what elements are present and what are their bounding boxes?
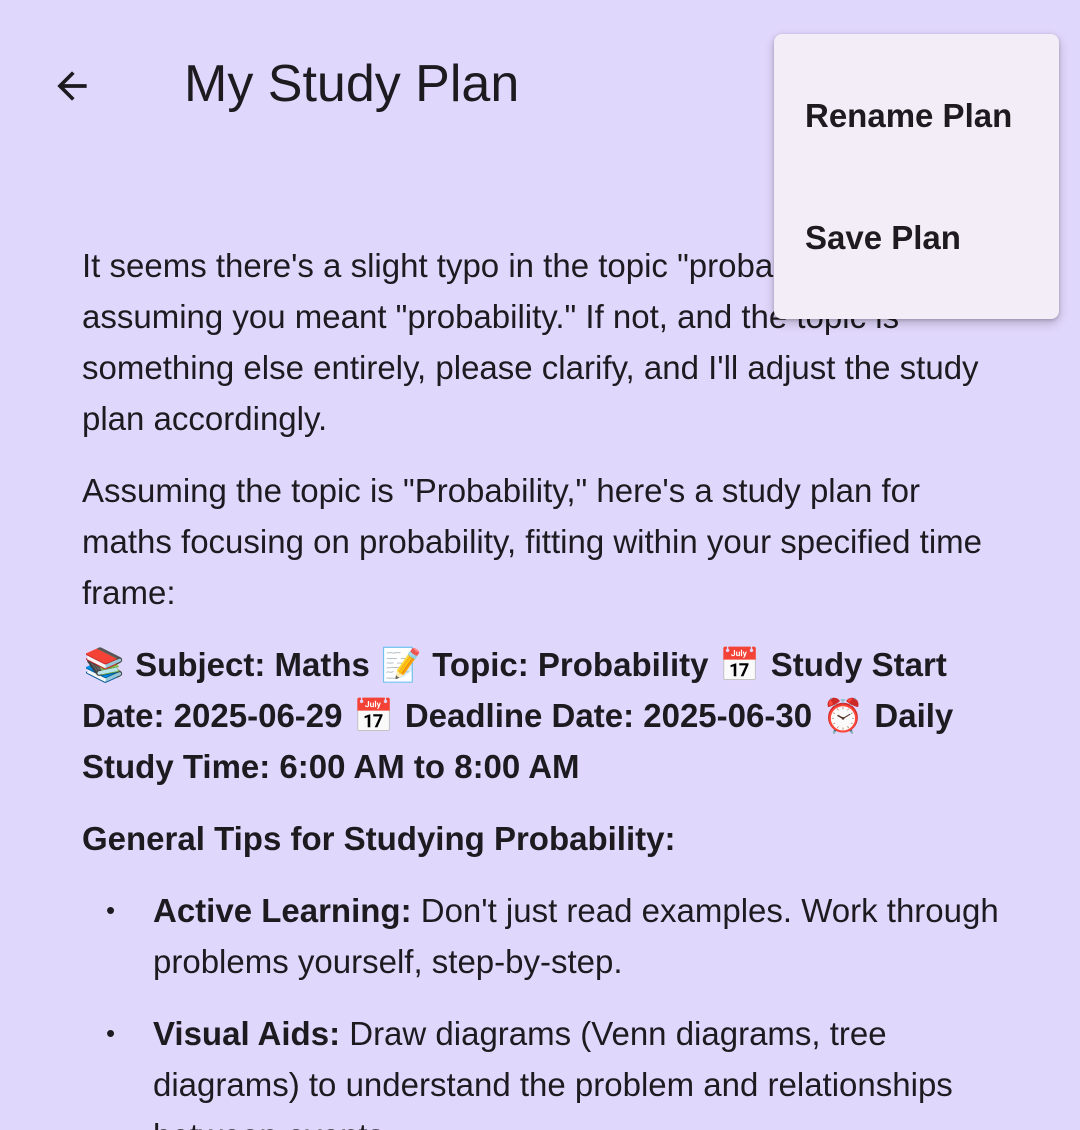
books-icon: 📚 xyxy=(83,645,125,684)
bullet-icon: • xyxy=(106,895,116,925)
study-plan-content: It seems there's a slight typo in the to… xyxy=(82,240,1012,1130)
save-plan-menu-item[interactable]: Save Plan xyxy=(774,177,1059,299)
list-item: • Visual Aids: Draw diagrams (Venn diagr… xyxy=(82,1008,1012,1130)
back-button[interactable] xyxy=(36,50,108,122)
overflow-menu: Rename Plan Save Plan xyxy=(774,34,1059,319)
page-title: My Study Plan xyxy=(184,55,520,113)
tips-list: • Active Learning: Don't just read examp… xyxy=(82,885,1012,1130)
alarm-clock-icon: ⏰ xyxy=(822,696,864,735)
calendar-icon: 📅 xyxy=(353,696,395,735)
deadline-text: Deadline Date: 2025-06-30 xyxy=(404,697,813,734)
tip-title: Visual Aids: xyxy=(153,1015,341,1052)
subject-text: Subject: Maths xyxy=(135,646,370,683)
tip-title: Active Learning: xyxy=(153,892,412,929)
list-item: • Active Learning: Don't just read examp… xyxy=(82,885,1012,987)
memo-icon: 📝 xyxy=(380,645,422,684)
assumption-paragraph: Assuming the topic is "Probability," her… xyxy=(82,472,982,611)
arrow-left-icon xyxy=(57,71,87,101)
plan-summary: 📚 Subject: Maths 📝 Topic: Probability 📅 … xyxy=(82,639,1012,792)
rename-plan-menu-item[interactable]: Rename Plan xyxy=(774,55,1059,177)
bullet-icon: • xyxy=(106,1018,116,1048)
topic-text: Topic: Probability xyxy=(432,646,709,683)
tips-heading: General Tips for Studying Probability: xyxy=(82,820,676,857)
calendar-icon: 📅 xyxy=(719,645,761,684)
